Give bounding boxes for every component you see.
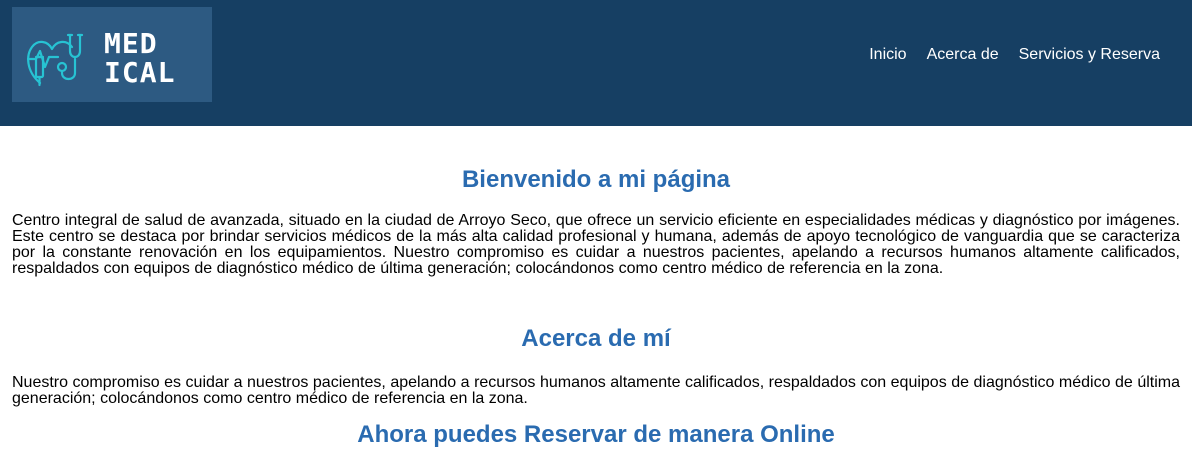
logo-text: MED ICAL <box>104 29 214 87</box>
nav-link-servicios-reserva[interactable]: Servicios y Reserva <box>1019 46 1160 64</box>
main-nav: Inicio Acerca de Servicios y Reserva <box>869 46 1160 64</box>
logo-line-1: MED <box>104 27 158 60</box>
nav-link-inicio[interactable]: Inicio <box>869 46 906 64</box>
logo[interactable]: MED ICAL <box>12 7 212 102</box>
logo-line-2: ICAL <box>104 56 176 89</box>
online-booking-heading: Ahora puedes Reservar de manera Online <box>357 421 835 448</box>
welcome-paragraph: Centro integral de salud de avanzada, si… <box>12 212 1180 277</box>
stethoscope-heart-icon <box>26 33 84 87</box>
about-heading: Acerca de mí <box>521 325 671 352</box>
nav-link-acerca-de[interactable]: Acerca de <box>927 46 999 64</box>
site-header: MED ICAL Inicio Acerca de Servicios y Re… <box>0 0 1192 126</box>
welcome-heading: Bienvenido a mi página <box>461 166 731 193</box>
about-paragraph: Nuestro compromiso es cuidar a nuestros … <box>12 374 1180 407</box>
